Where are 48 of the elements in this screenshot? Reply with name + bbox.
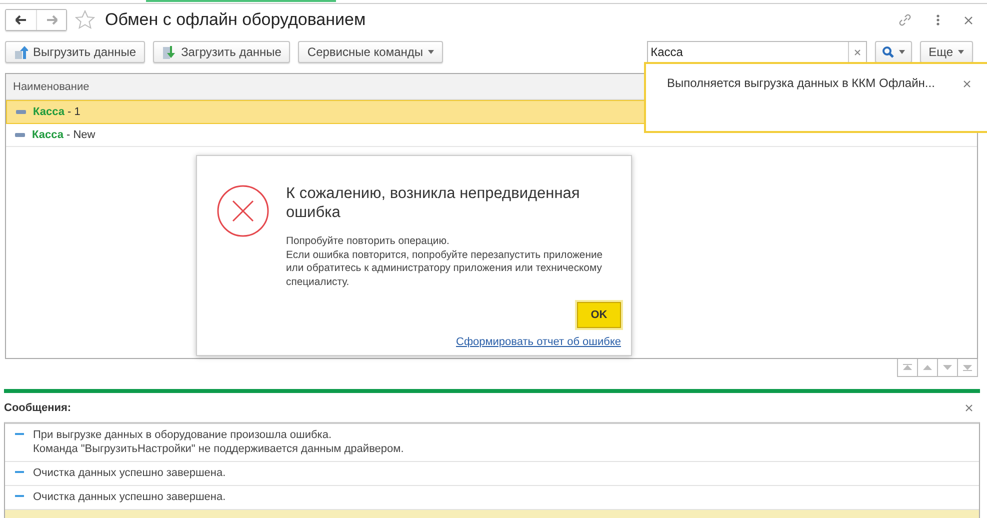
close-icon[interactable]	[964, 16, 973, 24]
dialog-title: К сожалению, возникла непредвиденная ошибка	[286, 184, 581, 222]
item-icon	[15, 133, 25, 137]
star-icon[interactable]	[75, 10, 95, 30]
clear-icon	[854, 48, 861, 56]
search-icon	[882, 46, 894, 58]
error-report-link[interactable]: Сформировать отчет об ошибке	[456, 336, 621, 348]
forward-arrow-icon	[46, 15, 58, 25]
caret-icon	[898, 50, 905, 54]
dash-icon	[15, 433, 24, 435]
message-text: Очистка данных успешно завершена.	[33, 466, 226, 480]
messages-title: Сообщения:	[4, 402, 72, 414]
back-button[interactable]	[6, 10, 36, 30]
table-cell: Касса - 1	[33, 106, 80, 118]
down-arrow-icon	[943, 364, 952, 371]
close-icon[interactable]	[965, 404, 973, 412]
message-text: Очистка данных успешно завершена.	[33, 490, 226, 504]
back-arrow-icon	[15, 15, 27, 25]
toolbar-button[interactable]: Загрузить данные	[153, 41, 290, 63]
column-header[interactable]: Наименование	[13, 80, 90, 92]
scroll-button[interactable]	[958, 359, 978, 377]
more-button[interactable]: Еще	[920, 41, 973, 63]
table-cell: Касса - New	[32, 129, 96, 141]
item-icon	[16, 110, 26, 114]
close-icon[interactable]	[963, 80, 971, 88]
dash-icon	[15, 495, 24, 497]
up-arrow-icon	[903, 364, 912, 371]
toolbar-button[interactable]: Выгрузить данные	[5, 41, 146, 63]
more-icon[interactable]	[936, 14, 940, 26]
down-arrow-icon	[963, 364, 972, 371]
upload-icon	[14, 44, 28, 60]
notification-text: Выполняется выгрузка данных в ККМ Офлайн...	[667, 76, 935, 90]
download-icon	[162, 44, 176, 60]
link-icon[interactable]	[898, 13, 912, 27]
caret-icon	[428, 50, 434, 54]
error-icon	[216, 184, 270, 238]
scroll-button[interactable]	[918, 359, 938, 377]
dialog-message: Попробуйте повторить операцию. Если ошибка повторится, попробуйте перезапустить приложение или обратитесь к администратору приложения или техническому специалисту.	[286, 235, 604, 289]
dash-icon	[15, 471, 24, 473]
search-button[interactable]	[874, 41, 912, 63]
up-arrow-icon	[923, 364, 932, 371]
toolbar-button[interactable]: Сервисные команды	[298, 41, 444, 63]
caret-icon	[958, 50, 964, 54]
message-text: При выгрузке данных в оборудование произошла ошибка. Команда "ВыгрузитьНастройки" не поддерживается данным драйвером.	[33, 428, 404, 456]
ok-button[interactable]: OK	[577, 302, 621, 328]
scroll-button[interactable]	[897, 359, 918, 377]
window-title: Обмен с офлайн оборудованием	[105, 10, 366, 30]
scroll-button[interactable]	[938, 359, 958, 377]
